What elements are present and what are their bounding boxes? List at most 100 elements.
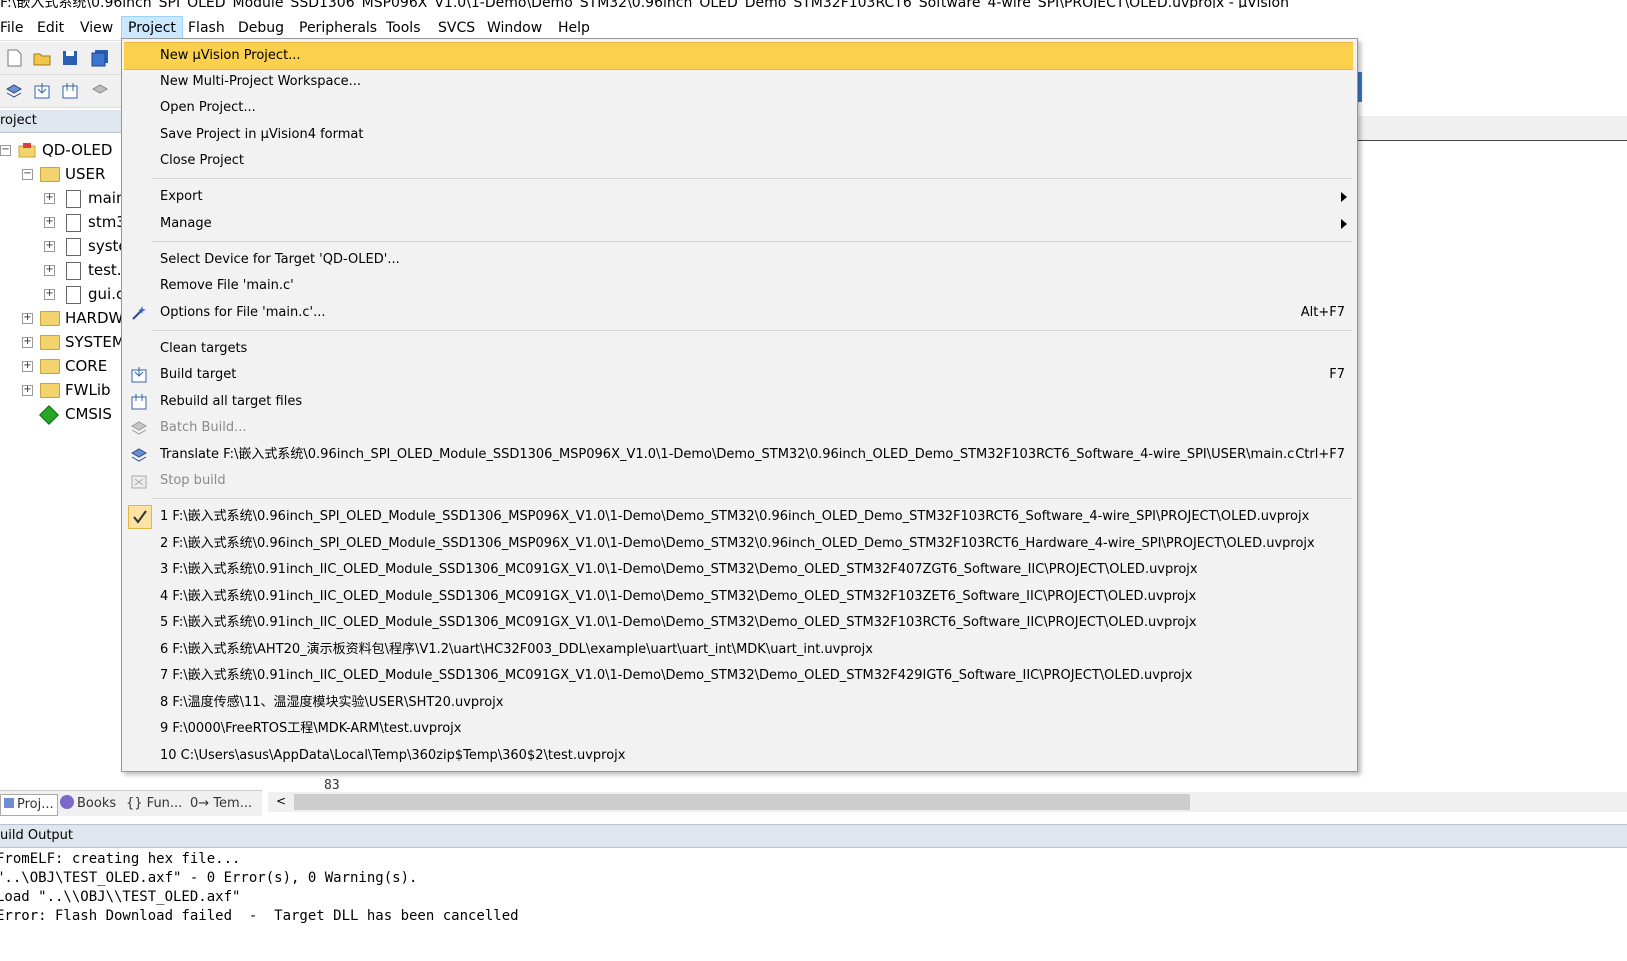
batch-build-icon bbox=[130, 421, 148, 435]
folder-icon bbox=[40, 311, 60, 326]
tab-functions[interactable]: {} Fun... bbox=[126, 794, 182, 814]
tree-group-label: USER bbox=[65, 165, 106, 183]
menu-item-options-file[interactable]: Options for File 'main.c'... Alt+F7 bbox=[124, 300, 1353, 326]
cmsis-icon bbox=[39, 405, 59, 425]
menu-tools[interactable]: Tools bbox=[380, 18, 427, 38]
tree-group-label: CORE bbox=[65, 357, 108, 375]
folder-open-icon bbox=[40, 167, 60, 182]
c-file-icon bbox=[66, 286, 81, 304]
log-line: "..\OBJ\TEST_OLED.axf" - 0 Error(s), 0 W… bbox=[0, 870, 418, 886]
menu-item-clean-targets[interactable]: Clean targets bbox=[124, 336, 1353, 362]
folder-icon bbox=[40, 335, 60, 350]
build-output-title: uild Output bbox=[0, 828, 74, 843]
recent-project-3[interactable]: 3 F:\嵌入式系统\0.91inch_IIC_OLED_Module_SSD1… bbox=[124, 557, 1353, 583]
save-all-icon[interactable] bbox=[90, 48, 110, 68]
recent-project-4[interactable]: 4 F:\嵌入式系统\0.91inch_IIC_OLED_Module_SSD1… bbox=[124, 584, 1353, 610]
log-line: Load "..\\OBJ\\TEST_OLED.axf" bbox=[0, 889, 241, 905]
rebuild-icon[interactable] bbox=[60, 81, 80, 101]
submenu-arrow-icon bbox=[1341, 192, 1347, 202]
tab-books[interactable]: Books bbox=[60, 794, 116, 814]
folder-icon bbox=[40, 359, 60, 374]
recent-project-7[interactable]: 7 F:\嵌入式系统\0.91inch_IIC_OLED_Module_SSD1… bbox=[124, 663, 1353, 689]
tree-root-label: QD-OLED bbox=[42, 141, 113, 159]
build-output-header: uild Output bbox=[0, 824, 1627, 848]
build-icon[interactable] bbox=[32, 81, 52, 101]
recent-project-1[interactable]: 1 F:\嵌入式系统\0.96inch_SPI_OLED_Module_SSD1… bbox=[124, 504, 1353, 530]
menu-item-batch-build[interactable]: Batch Build... bbox=[124, 415, 1353, 441]
menu-item-export[interactable]: Export bbox=[124, 184, 1353, 210]
translate-icon[interactable] bbox=[4, 81, 24, 101]
project-tab-icon bbox=[4, 798, 14, 808]
c-file-icon bbox=[66, 214, 81, 232]
recent-project-9[interactable]: 9 F:\0000\FreeRTOS工程\MDK-ARM\test.uvproj… bbox=[124, 716, 1353, 742]
menu-file[interactable]: File bbox=[0, 18, 29, 38]
build-output-log: FromELF: creating hex file... "..\OBJ\TE… bbox=[0, 848, 1627, 961]
menu-item-close-project[interactable]: Close Project bbox=[124, 148, 1353, 174]
project-pane-header: roject bbox=[0, 110, 122, 133]
recent-project-8[interactable]: 8 F:\温度传感\11、温湿度模块实验\USER\SHT20.uvprojx bbox=[124, 690, 1353, 716]
file-toolbar bbox=[0, 42, 122, 75]
menu-item-manage[interactable]: Manage bbox=[124, 211, 1353, 237]
scrollbar-thumb[interactable] bbox=[294, 794, 1190, 810]
rebuild-icon bbox=[131, 394, 147, 410]
menu-bar: File Edit View Project Flash Debug Perip… bbox=[0, 14, 1627, 41]
project-menu-dropdown: New µVision Project... New Multi-Project… bbox=[121, 38, 1358, 772]
menu-item-new-project[interactable]: New µVision Project... bbox=[124, 42, 1353, 70]
menu-item-new-workspace[interactable]: New Multi-Project Workspace... bbox=[124, 69, 1353, 95]
menu-help[interactable]: Help bbox=[552, 18, 596, 38]
c-file-icon bbox=[66, 238, 81, 256]
tree-file-label: gui.c bbox=[88, 285, 125, 303]
tree-group-label: HARDW bbox=[65, 309, 124, 327]
c-file-icon bbox=[66, 262, 81, 280]
menu-item-stop-build[interactable]: Stop build bbox=[124, 468, 1353, 494]
tree-group-label: SYSTEM bbox=[65, 333, 125, 351]
tree-group-label: FWLib bbox=[65, 381, 111, 399]
menu-window[interactable]: Window bbox=[481, 18, 548, 38]
recent-project-2[interactable]: 2 F:\嵌入式系统\0.96inch_SPI_OLED_Module_SSD1… bbox=[124, 531, 1353, 557]
project-root-icon bbox=[18, 143, 36, 158]
tree-group-label: CMSIS bbox=[65, 405, 112, 423]
recent-project-10[interactable]: 10 C:\Users\asus\AppData\Local\Temp\360z… bbox=[124, 743, 1353, 769]
menu-view[interactable]: View bbox=[74, 18, 119, 38]
books-icon bbox=[60, 795, 74, 809]
menu-item-select-device[interactable]: Select Device for Target 'QD-OLED'... bbox=[124, 247, 1353, 273]
window-title: F:\嵌入式系统\0.96inch_SPI_OLED_Module_SSD130… bbox=[0, 0, 1289, 8]
tab-project[interactable]: Proj... bbox=[0, 794, 58, 816]
new-file-icon[interactable] bbox=[4, 48, 24, 68]
menu-item-remove-file[interactable]: Remove File 'main.c' bbox=[124, 273, 1353, 299]
tab-templates[interactable]: 0→ Tem... bbox=[190, 794, 252, 814]
checkmark-icon bbox=[128, 505, 152, 529]
open-folder-icon[interactable] bbox=[32, 48, 52, 68]
project-tree: − QD-OLED − USER + main + stm3 + syste +… bbox=[0, 133, 130, 783]
log-line: Error: Flash Download failed - Target DL… bbox=[0, 908, 519, 924]
submenu-arrow-icon bbox=[1341, 219, 1347, 229]
folder-icon bbox=[40, 383, 60, 398]
menu-edit[interactable]: Edit bbox=[31, 18, 70, 38]
menu-item-rebuild-all[interactable]: Rebuild all target files bbox=[124, 389, 1353, 415]
build-toolbar bbox=[0, 75, 122, 108]
log-line: FromELF: creating hex file... bbox=[0, 851, 241, 867]
menu-svcs[interactable]: SVCS bbox=[432, 18, 481, 38]
recent-project-5[interactable]: 5 F:\嵌入式系统\0.91inch_IIC_OLED_Module_SSD1… bbox=[124, 610, 1353, 636]
menu-item-build-target[interactable]: Build target F7 bbox=[124, 362, 1353, 388]
menu-project[interactable]: Project bbox=[121, 16, 183, 40]
menu-debug[interactable]: Debug bbox=[232, 18, 290, 38]
scroll-left-icon[interactable]: < bbox=[276, 794, 286, 808]
save-icon[interactable] bbox=[60, 48, 80, 68]
options-wand-icon bbox=[132, 306, 146, 320]
build-icon bbox=[131, 367, 147, 383]
editor-line-number: 83 bbox=[324, 778, 340, 793]
pane-tabs: Proj... Books {} Fun... 0→ Tem... bbox=[0, 790, 262, 816]
editor-area bbox=[1358, 40, 1627, 820]
c-file-icon bbox=[66, 190, 81, 208]
stop-build-icon bbox=[131, 475, 147, 489]
recent-project-6[interactable]: 6 F:\嵌入式系统\AHT20_演示板资料包\程序\V1.2\uart\HC3… bbox=[124, 637, 1353, 663]
menu-peripherals[interactable]: Peripherals bbox=[293, 18, 383, 38]
batch-build-icon[interactable] bbox=[90, 81, 110, 101]
tree-file-label: main bbox=[88, 189, 126, 207]
menu-item-save-project[interactable]: Save Project in µVision4 format bbox=[124, 122, 1353, 148]
menu-item-open-project[interactable]: Open Project... bbox=[124, 95, 1353, 121]
menu-item-translate[interactable]: Translate F:\嵌入式系统\0.96inch_SPI_OLED_Mod… bbox=[124, 442, 1353, 468]
menu-flash[interactable]: Flash bbox=[182, 18, 231, 38]
project-pane-title: roject bbox=[0, 113, 37, 128]
